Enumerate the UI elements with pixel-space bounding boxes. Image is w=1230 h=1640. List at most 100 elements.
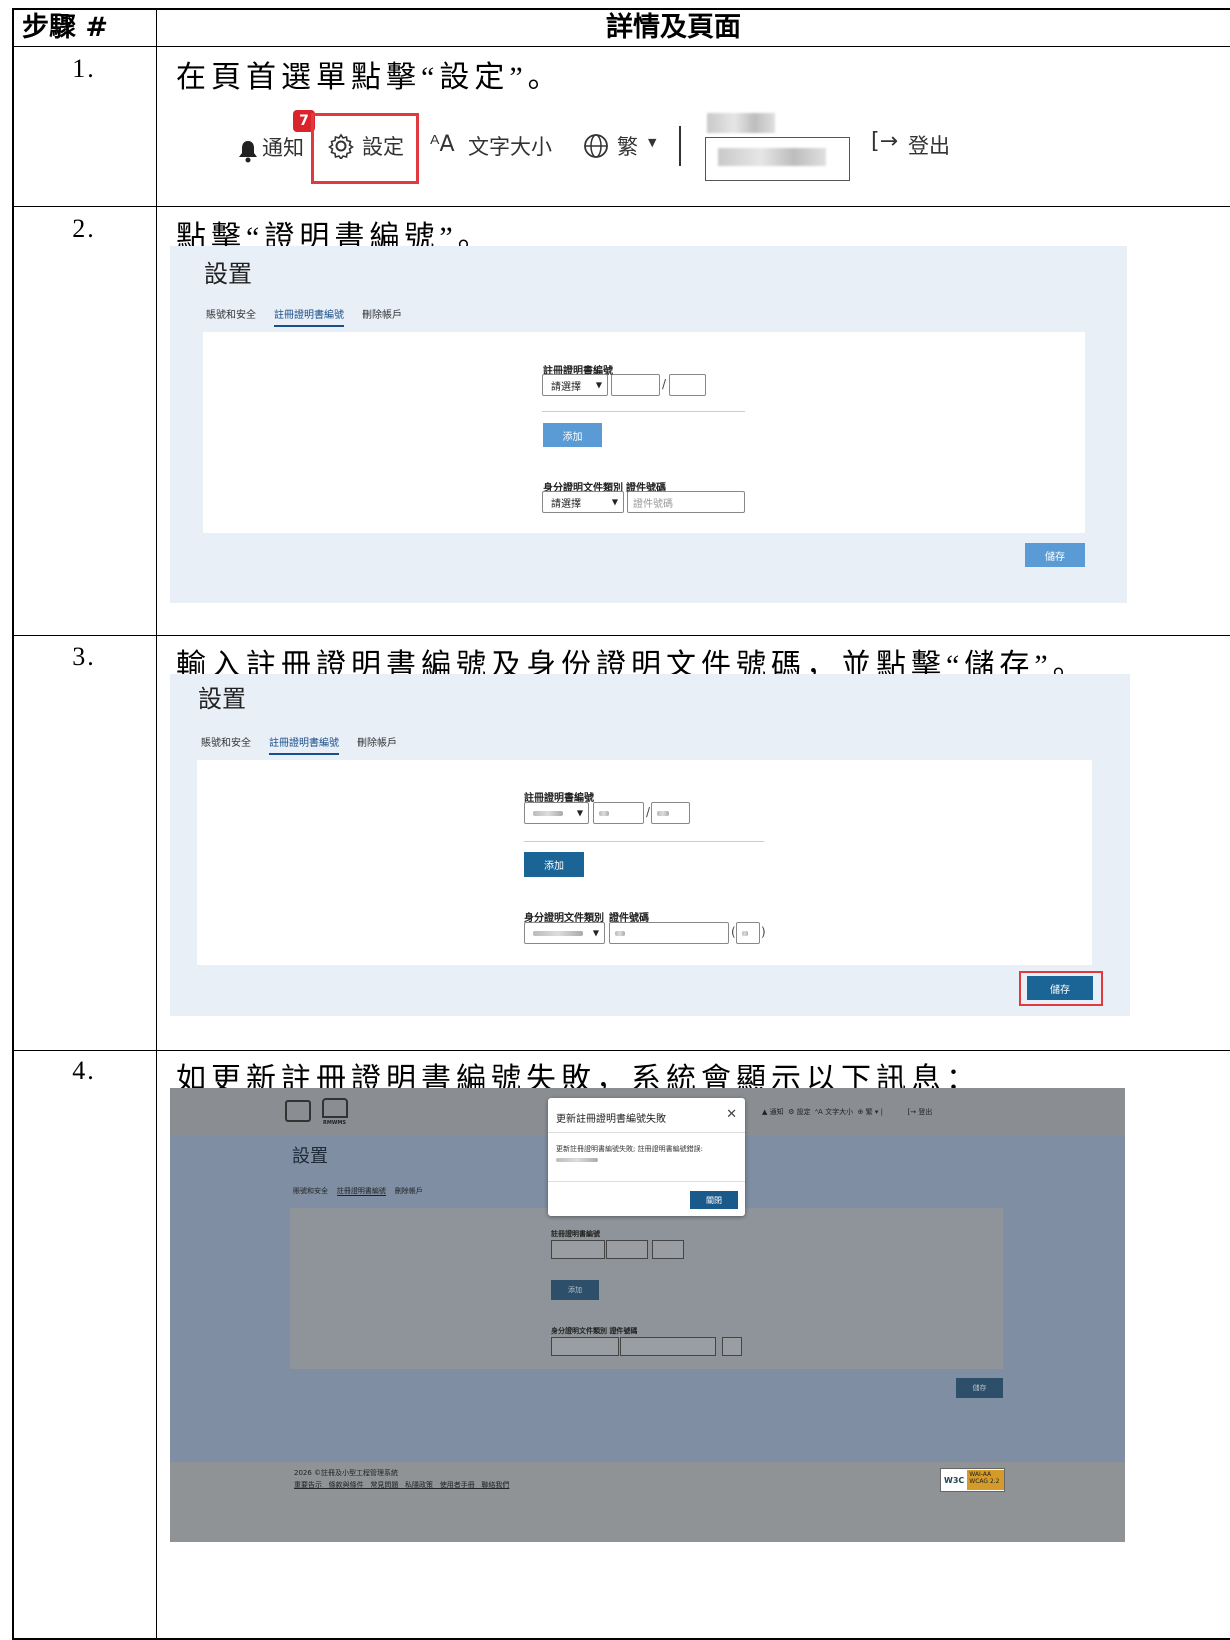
blurred-value	[742, 930, 748, 936]
cert-type-select[interactable]: 請選擇 ▼	[542, 374, 608, 396]
modal-title: 更新註冊證明書編號失敗	[556, 1114, 666, 1125]
table-col-divider	[156, 8, 157, 1640]
cert-number-input-2[interactable]	[652, 1240, 684, 1259]
cert-number-input-1[interactable]	[606, 1240, 648, 1259]
language-selector[interactable]: 繁	[617, 131, 638, 161]
page-title: 設置	[204, 260, 252, 288]
id-check-digit-input[interactable]	[722, 1337, 742, 1356]
notify-link[interactable]: 通知	[262, 132, 304, 162]
tab-account-security[interactable]: 賬號和安全	[293, 1187, 328, 1195]
font-size-link[interactable]: 文字大小	[825, 1108, 853, 1116]
page-title: 設置	[198, 685, 246, 713]
settings-link[interactable]: 設定	[362, 131, 404, 161]
cert-number-input-1[interactable]	[611, 374, 660, 396]
id-check-digit-input[interactable]	[736, 922, 760, 944]
tab-registration-cert[interactable]: 註冊證明書編號	[274, 306, 344, 327]
settings-panel: 設置 賬號和安全 註冊證明書編號 刪除帳戶 註冊證明書編號 請選擇 ▼ / 添加 …	[170, 246, 1127, 603]
logout-icon: [→	[871, 129, 899, 154]
blurred-cert-number	[556, 1158, 598, 1162]
step-text: 在頁首選單點擊“設定”。	[176, 61, 563, 94]
tab-account-security[interactable]: 賬號和安全	[206, 306, 256, 327]
id-number-input[interactable]	[609, 922, 729, 944]
tab-delete-account[interactable]: 刪除帳戶	[395, 1187, 423, 1195]
menu-divider	[679, 126, 681, 166]
w3c-badge: W3C WAI-AA WCAG 2.2	[940, 1468, 1005, 1492]
cert-type-select[interactable]: ▼	[524, 802, 589, 824]
id-type-select[interactable]: ▼	[524, 922, 605, 944]
settings-tabs: 賬號和安全 註冊證明書編號 刪除帳戶	[201, 734, 397, 755]
step-number: 1.	[72, 54, 96, 83]
id-number-input[interactable]: 證件號碼	[627, 491, 745, 513]
step-number: 4.	[72, 1056, 96, 1085]
logout-link[interactable]: 登出	[908, 130, 950, 160]
blurred-value	[615, 930, 625, 936]
globe-icon	[583, 133, 609, 163]
save-button[interactable]: 儲存	[1027, 976, 1093, 1000]
gear-icon: ⚙	[788, 1108, 795, 1116]
bell-icon	[237, 139, 257, 163]
font-size-icon: ᴬA	[430, 132, 455, 157]
globe-icon: ⊕	[857, 1108, 864, 1116]
font-size-icon: ᴬA	[815, 1108, 823, 1116]
divider	[542, 411, 745, 412]
settings-panel-filled: 設置 賬號和安全 註冊證明書編號 刪除帳戶 註冊證明書編號 ▼ / 添加 身分證…	[170, 674, 1130, 1016]
add-button[interactable]: 添加	[543, 423, 602, 447]
w3c-logo: W3C	[944, 1475, 965, 1485]
cert-number-label: 註冊證明書編號	[551, 1230, 600, 1238]
step-number: 2.	[72, 214, 96, 243]
table-border-left	[12, 8, 14, 1640]
rmwms-brand: RMWMS	[323, 1120, 346, 1126]
settings-tabs: 賬號和安全 註冊證明書編號 刪除帳戶	[293, 1186, 423, 1196]
chevron-down-icon: ▼	[595, 380, 602, 390]
page-title: 設置	[292, 1146, 328, 1167]
close-icon[interactable]: ✕	[726, 1107, 737, 1122]
header-details: 詳情及頁面	[606, 12, 741, 43]
paren-open: (	[731, 925, 736, 939]
table-row-divider	[12, 635, 1230, 636]
id-type-select[interactable]: 請選擇 ▼	[542, 491, 624, 513]
modal-divider	[548, 1181, 745, 1182]
blurred-value	[533, 930, 583, 936]
id-number-input[interactable]	[620, 1337, 716, 1356]
language-selector[interactable]: 繁	[866, 1108, 873, 1116]
cert-number-input-2[interactable]	[651, 802, 690, 824]
tab-registration-cert[interactable]: 註冊證明書編號	[269, 734, 339, 755]
id-type-select[interactable]	[551, 1337, 619, 1356]
id-type-label: 身分證明文件類別	[551, 1327, 607, 1335]
tab-account-security[interactable]: 賬號和安全	[201, 734, 251, 755]
caret-down-icon: ▼	[648, 136, 657, 149]
tab-delete-account[interactable]: 刪除帳戶	[362, 306, 402, 327]
table-row-divider	[12, 1050, 1230, 1051]
font-size-link[interactable]: 文字大小	[468, 131, 552, 161]
footer-copyright: 2026 ©註冊及小型工程管理系統	[294, 1469, 399, 1477]
step-number: 3.	[72, 642, 96, 671]
add-button[interactable]: 添加	[524, 852, 584, 877]
logout-link[interactable]: 登出	[918, 1108, 932, 1116]
username-blurred	[707, 113, 775, 133]
chevron-down-icon: ▼	[576, 808, 583, 818]
slash-separator: /	[662, 377, 667, 391]
id-labels: 身分證明文件類別 證件號碼	[551, 1326, 637, 1336]
cert-number-input-1[interactable]	[593, 802, 644, 824]
blurred-value	[657, 810, 669, 816]
footer-links[interactable]: 重要告示 條款與條件 常見問題 私隱政策 使用者手冊 聯絡我們	[294, 1480, 509, 1490]
settings-link[interactable]: 設定	[797, 1108, 811, 1116]
blurred-value	[533, 810, 563, 816]
notify-link[interactable]: 通知	[770, 1108, 784, 1116]
save-button[interactable]: 儲存	[1025, 543, 1085, 567]
header-step: 步驟 #	[22, 12, 109, 43]
blurred-value	[599, 810, 609, 816]
tab-registration-cert[interactable]: 註冊證明書編號	[336, 1187, 386, 1196]
header-menu-dim: ▲ 通知 ⚙ 設定 ᴬA 文字大小 ⊕ 繁 ▾ | [→ 登出	[762, 1108, 933, 1116]
cert-type-select[interactable]	[551, 1240, 605, 1259]
rmwms-logo	[322, 1098, 348, 1118]
user-info-blurred	[718, 148, 826, 166]
save-button[interactable]: 儲存	[956, 1378, 1003, 1398]
close-button[interactable]: 關閉	[690, 1191, 738, 1209]
cert-number-input-2[interactable]	[669, 374, 706, 396]
add-button[interactable]: 添加	[551, 1280, 599, 1300]
divider	[524, 841, 764, 842]
table-row-divider	[12, 46, 1230, 47]
modal-message: 更新註冊證明書編號失敗; 註冊證明書編號錯誤:	[556, 1145, 703, 1153]
tab-delete-account[interactable]: 刪除帳戶	[357, 734, 397, 755]
